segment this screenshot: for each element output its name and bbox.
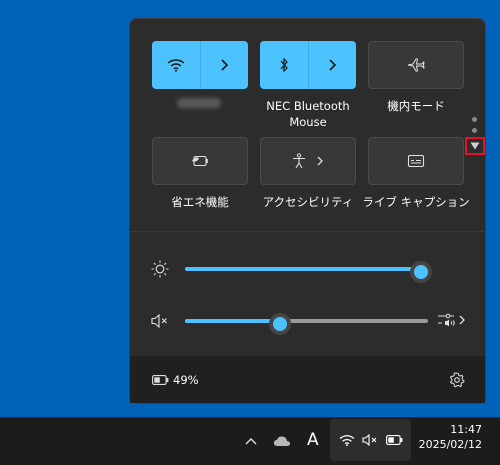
- volume-track-fill[interactable]: [185, 319, 280, 323]
- brightness-icon: [151, 260, 169, 278]
- audio-output-icon: [438, 313, 455, 327]
- audio-output-button[interactable]: [437, 312, 466, 328]
- energy-saver-tile[interactable]: [152, 137, 248, 185]
- energy-saver-label: 省エネ機能: [171, 195, 229, 209]
- airplane-mode-label: 機内モード: [387, 99, 445, 113]
- accessibility-label: アクセシビリティ: [262, 195, 354, 209]
- wifi-toggle[interactable]: [152, 41, 200, 89]
- wifi-tile[interactable]: [152, 41, 248, 89]
- live-captions-tile[interactable]: [368, 137, 464, 185]
- accessibility-icon: [293, 153, 305, 169]
- battery-saver-icon: [192, 155, 208, 167]
- chevron-right-icon: [459, 315, 465, 325]
- clock-time: 11:47: [450, 423, 482, 436]
- chevron-right-icon: [317, 156, 323, 166]
- volume-muted-icon: [362, 434, 377, 446]
- chevron-right-icon: [329, 59, 337, 71]
- bluetooth-toggle[interactable]: [260, 41, 308, 89]
- wifi-network-name-redacted: [177, 98, 221, 108]
- airplane-mode-tile[interactable]: [368, 41, 464, 89]
- accessibility-tile[interactable]: [260, 137, 356, 185]
- brightness-track-fill[interactable]: [185, 267, 421, 271]
- gear-icon[interactable]: [449, 372, 465, 388]
- volume-muted-icon[interactable]: [151, 314, 169, 328]
- bluetooth-expand[interactable]: [309, 41, 357, 89]
- volume-slider-thumb[interactable]: [268, 313, 291, 335]
- wifi-expand[interactable]: [201, 41, 249, 89]
- ime-indicator[interactable]: A: [307, 430, 319, 450]
- wifi-icon: [167, 59, 185, 72]
- battery-percent: 49%: [173, 373, 199, 387]
- chevron-right-icon: [221, 59, 229, 71]
- live-captions-label: ライブ キャプション: [362, 195, 470, 209]
- triangle-down-icon: [470, 142, 480, 150]
- clock[interactable]: 11:47 2025/02/12: [416, 423, 482, 451]
- live-caption-icon: [407, 154, 425, 168]
- airplane-icon: [407, 58, 425, 72]
- bluetooth-icon: [280, 57, 288, 73]
- page-indicator-dot-2[interactable]: [472, 128, 477, 133]
- next-page-button[interactable]: [465, 137, 485, 155]
- brightness-slider-thumb[interactable]: [409, 261, 432, 283]
- battery-status[interactable]: 49%: [152, 373, 199, 387]
- chevron-up-icon[interactable]: [245, 437, 257, 445]
- page-indicator-dot-1[interactable]: [472, 117, 477, 122]
- bluetooth-label: NEC Bluetooth Mouse: [266, 99, 350, 129]
- bluetooth-tile[interactable]: [260, 41, 356, 89]
- battery-icon: [152, 375, 169, 385]
- panel-divider: [129, 231, 486, 232]
- clock-date: 2025/02/12: [418, 438, 482, 451]
- battery-icon: [386, 435, 403, 445]
- cloud-icon[interactable]: [273, 435, 291, 447]
- wifi-icon: [339, 435, 355, 446]
